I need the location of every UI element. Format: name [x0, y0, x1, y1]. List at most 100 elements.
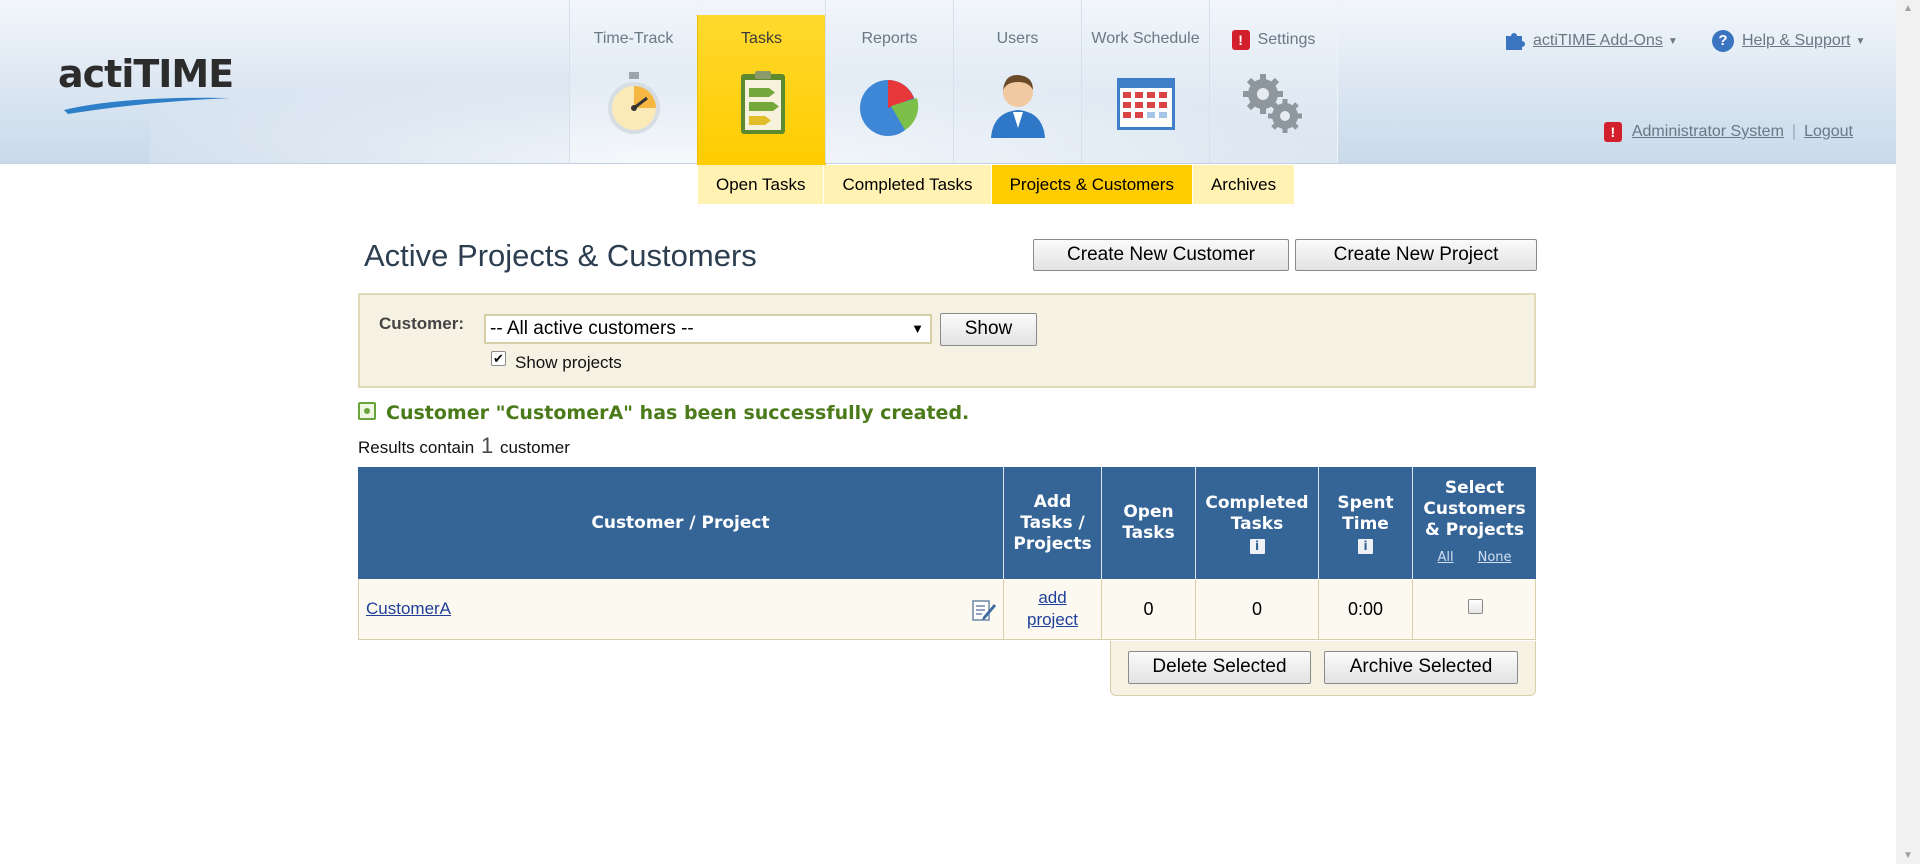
col-label-line: Projects: [1013, 533, 1092, 554]
help-icon: ?: [1712, 30, 1734, 52]
subnav-open-tasks[interactable]: Open Tasks: [698, 165, 825, 204]
cell-spent-time: 0:00: [1319, 579, 1413, 639]
actitime-logo[interactable]: actiTIME: [58, 52, 234, 122]
add-project-line: add: [1038, 588, 1067, 607]
nav-item-time-track[interactable]: Time-Track: [569, 0, 698, 163]
col-label-line: Customers: [1423, 499, 1526, 519]
show-button[interactable]: Show: [940, 313, 1037, 346]
table-row: CustomerA add project 0 0 0:00: [358, 579, 1536, 640]
customer-filter-panel: Customer: -- All active customers -- ▼ S…: [358, 293, 1536, 388]
settings-label: Settings: [1257, 31, 1316, 49]
calendar-icon: [1117, 78, 1175, 130]
col-label-line: Tasks /: [1020, 512, 1085, 533]
user-icon: [991, 74, 1045, 138]
add-project-link[interactable]: add project: [1027, 587, 1078, 631]
success-text: Customer "CustomerA" has been successful…: [386, 402, 970, 424]
select-all-link[interactable]: All: [1437, 550, 1453, 565]
col-label-line: Select: [1444, 478, 1505, 498]
nav-label: ! Settings: [1210, 30, 1337, 50]
caret-down-icon: ▼: [1855, 35, 1866, 47]
cell-open-tasks: 0: [1102, 579, 1196, 639]
show-projects-label: Show projects: [515, 353, 622, 372]
col-add-tasks-projects: Add Tasks / Projects: [1004, 467, 1102, 579]
edit-customer-icon[interactable]: [971, 598, 997, 622]
pie-chart-icon: [860, 80, 919, 136]
add-project-line: project: [1026, 610, 1079, 629]
info-icon[interactable]: i: [1249, 538, 1265, 554]
nav-label: Work Schedule: [1091, 30, 1200, 47]
scroll-up-icon[interactable]: ▲: [1896, 0, 1920, 17]
customer-filter-label: Customer:: [379, 314, 465, 333]
user-alert-icon: !: [1603, 122, 1622, 142]
create-new-project-button[interactable]: Create New Project: [1295, 239, 1537, 271]
subnav-projects-customers[interactable]: Projects & Customers: [991, 165, 1193, 204]
cell-add-project: add project: [1004, 579, 1102, 639]
col-select: Select Customers & Projects All None: [1413, 467, 1536, 579]
col-completed-tasks: Completed Tasks i: [1196, 467, 1319, 579]
info-icon[interactable]: i: [1358, 538, 1373, 554]
scroll-down-icon[interactable]: ▼: [1896, 847, 1920, 864]
customer-select[interactable]: -- All active customers -- ▼: [484, 314, 932, 344]
show-projects-checkbox[interactable]: ✔: [491, 351, 506, 366]
vertical-scrollbar[interactable]: ▲ ▼: [1896, 0, 1920, 864]
nav-label: Tasks: [741, 30, 782, 47]
puzzle-icon: [1506, 33, 1525, 50]
col-label-line: Tasks: [1122, 523, 1175, 543]
select-links: All None: [1425, 547, 1523, 568]
nav-item-tasks[interactable]: Tasks: [697, 15, 826, 165]
col-label-line: Spent: [1337, 492, 1394, 513]
customers-table: Customer / Project Add Tasks / Projects …: [358, 467, 1536, 640]
stopwatch-icon: [608, 72, 660, 134]
nav-label: Reports: [861, 30, 918, 47]
subnav-archives[interactable]: Archives: [1192, 165, 1296, 204]
results-count: 1: [480, 433, 494, 458]
col-label-line: Tasks: [1230, 513, 1284, 534]
logo-swoosh-icon: [64, 97, 230, 114]
archive-selected-button[interactable]: Archive Selected: [1324, 651, 1518, 684]
separator: |: [1791, 123, 1797, 141]
nav-item-users[interactable]: Users: [953, 0, 1082, 163]
clipboard-icon: [741, 71, 785, 134]
nav-item-settings[interactable]: ! Settings: [1209, 0, 1338, 163]
results-prefix: Results contain: [358, 438, 475, 457]
select-none-link[interactable]: None: [1478, 550, 1512, 565]
cell-customer-name: CustomerA: [359, 579, 1004, 639]
col-customer-project-label: Customer / Project: [591, 512, 770, 533]
dropdown-arrow-icon: ▼: [911, 321, 924, 336]
col-label-line: Time: [1342, 513, 1389, 534]
logout-link[interactable]: Logout: [1804, 123, 1853, 140]
addons-menu[interactable]: actiTIME Add-Ons ▼: [1503, 30, 1678, 52]
delete-selected-button[interactable]: Delete Selected: [1128, 651, 1311, 684]
user-name-link[interactable]: Administrator System: [1632, 123, 1784, 140]
sub-nav: Open Tasks Completed Tasks Projects & Cu…: [698, 165, 1296, 204]
col-label-line: Completed: [1205, 492, 1309, 513]
cell-select: [1413, 579, 1536, 639]
col-open-tasks: Open Tasks: [1102, 467, 1196, 579]
caret-down-icon: ▼: [1667, 35, 1678, 47]
results-suffix: customer: [499, 438, 570, 457]
table-header: Customer / Project Add Tasks / Projects …: [358, 467, 1536, 579]
help-support-menu[interactable]: ? Help & Support ▼: [1712, 30, 1865, 52]
col-label-line: Open: [1123, 502, 1174, 522]
page-title: Active Projects & Customers: [364, 238, 757, 273]
create-new-customer-button[interactable]: Create New Customer: [1033, 239, 1289, 271]
col-label-line: & Projects: [1425, 520, 1524, 540]
app-header: actiTIME Time-Track Tasks Reports Users …: [0, 0, 1896, 165]
help-label: Help & Support: [1742, 32, 1851, 50]
results-summary: Results contain 1 customer: [358, 433, 570, 459]
col-label-line: Add: [1033, 491, 1072, 512]
nav-item-reports[interactable]: Reports: [825, 0, 954, 163]
subnav-completed-tasks[interactable]: Completed Tasks: [824, 165, 992, 204]
settings-alert-icon: !: [1231, 30, 1250, 50]
col-customer-project: Customer / Project: [358, 467, 1004, 579]
customer-select-value: -- All active customers --: [490, 318, 694, 339]
cell-completed-tasks: 0: [1196, 579, 1319, 639]
success-message: Customer "CustomerA" has been successful…: [358, 402, 969, 424]
bulk-actions-panel: Delete Selected Archive Selected: [1110, 641, 1536, 696]
success-icon: [358, 402, 376, 420]
nav-label: Users: [996, 30, 1039, 47]
addons-label: actiTIME Add-Ons: [1533, 32, 1663, 50]
customer-link[interactable]: CustomerA: [366, 599, 451, 619]
nav-item-work-schedule[interactable]: Work Schedule: [1081, 0, 1210, 163]
row-select-checkbox[interactable]: [1468, 599, 1483, 614]
